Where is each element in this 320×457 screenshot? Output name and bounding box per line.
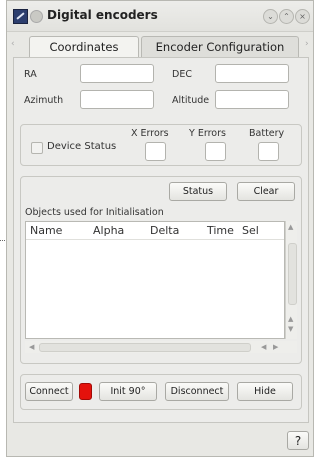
altitude-field[interactable] xyxy=(215,90,289,109)
device-status-checkbox[interactable] xyxy=(31,142,43,154)
tab-encoder-configuration[interactable]: Encoder Configuration xyxy=(141,36,299,57)
status-button[interactable]: Status xyxy=(169,182,227,201)
digital-encoders-window: Digital encoders ⌄ ⌃ × ‹ › Coordinates E… xyxy=(6,0,314,457)
column-header-sel[interactable]: Sel xyxy=(242,224,259,237)
device-status-group: Device Status X Errors Y Errors Battery xyxy=(20,124,302,166)
header-divider xyxy=(26,239,284,240)
x-errors-field xyxy=(145,142,166,161)
connection-status-indicator xyxy=(79,383,92,400)
y-errors-field xyxy=(205,142,226,161)
scroll-left-icon[interactable]: ◀ xyxy=(29,343,34,351)
scroll-left-end-icon[interactable]: ◀ xyxy=(261,343,266,351)
objects-label: Objects used for Initialisation xyxy=(25,207,164,218)
y-errors-label: Y Errors xyxy=(189,128,226,139)
dec-field[interactable] xyxy=(215,64,289,83)
initialisation-group: Status Clear Objects used for Initialisa… xyxy=(20,176,302,364)
hide-button[interactable]: Hide xyxy=(237,382,293,401)
title-bar[interactable]: Digital encoders ⌄ ⌃ × xyxy=(7,1,313,32)
connection-group: Connect Init 90° Disconnect Hide xyxy=(20,374,302,410)
window-menu-icon[interactable] xyxy=(30,10,43,23)
tab-coordinates[interactable]: Coordinates xyxy=(29,36,139,57)
vertical-scrollbar[interactable]: ▲ ▲ ▼ xyxy=(285,221,297,339)
column-header-time[interactable]: Time xyxy=(207,224,234,237)
vertical-scroll-thumb[interactable] xyxy=(288,243,297,305)
altitude-label: Altitude xyxy=(172,95,210,106)
edge-marker xyxy=(0,240,5,241)
init-90-button[interactable]: Init 90° xyxy=(99,382,157,401)
battery-label: Battery xyxy=(249,128,285,139)
column-header-name[interactable]: Name xyxy=(30,224,62,237)
scroll-right-icon[interactable]: ▶ xyxy=(273,343,278,351)
column-header-alpha[interactable]: Alpha xyxy=(93,224,124,237)
azimuth-field[interactable] xyxy=(80,90,154,109)
scroll-up-icon[interactable]: ▲ xyxy=(288,223,293,231)
ra-label: RA xyxy=(24,69,37,80)
horizontal-scrollbar[interactable]: ◀ ◀ ▶ xyxy=(25,341,297,353)
device-status-label: Device Status xyxy=(47,141,117,152)
disconnect-button[interactable]: Disconnect xyxy=(165,382,229,401)
clear-button[interactable]: Clear xyxy=(237,182,295,201)
ra-field[interactable] xyxy=(80,64,154,83)
azimuth-label: Azimuth xyxy=(24,95,64,106)
battery-field xyxy=(258,142,279,161)
scroll-up-lower-icon[interactable]: ▲ xyxy=(288,315,293,323)
tab-bar: Coordinates Encoder Configuration xyxy=(7,33,313,57)
column-header-delta[interactable]: Delta xyxy=(150,224,179,237)
app-icon xyxy=(13,9,28,24)
help-button[interactable]: ? xyxy=(287,431,309,450)
window-title: Digital encoders xyxy=(47,8,158,22)
coordinates-pane: RA DEC Azimuth Altitude Device Status X … xyxy=(13,57,309,423)
objects-table: Name Alpha Delta Time Sel xyxy=(25,221,285,339)
minimize-icon[interactable]: ⌄ xyxy=(263,9,278,24)
scroll-down-icon[interactable]: ▼ xyxy=(288,325,293,333)
x-errors-label: X Errors xyxy=(131,128,169,139)
horizontal-scroll-thumb[interactable] xyxy=(39,343,251,352)
connect-button[interactable]: Connect xyxy=(25,382,73,401)
maximize-icon[interactable]: ⌃ xyxy=(279,9,294,24)
close-icon[interactable]: × xyxy=(295,9,310,24)
dec-label: DEC xyxy=(172,69,192,80)
